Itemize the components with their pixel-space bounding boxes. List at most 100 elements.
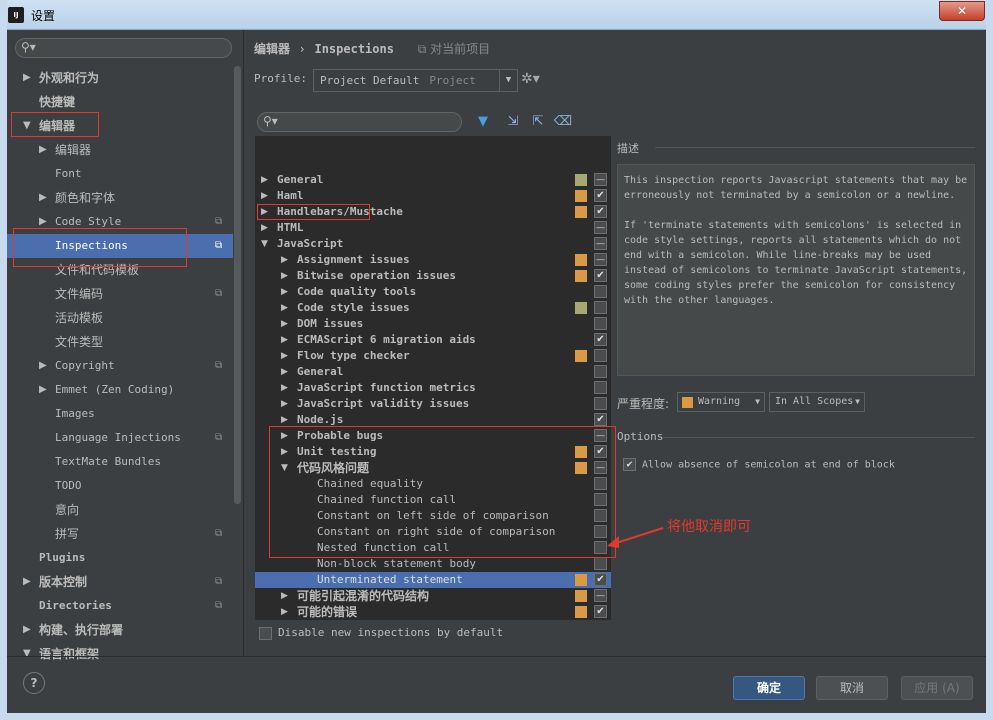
- inspection-checkbox[interactable]: [594, 493, 607, 506]
- inspection-checkbox[interactable]: [594, 317, 607, 330]
- inspection-row[interactable]: ▶ General: [255, 364, 611, 380]
- inspection-checkbox[interactable]: [594, 173, 607, 186]
- ok-button[interactable]: 确定: [733, 676, 805, 700]
- inspection-checkbox[interactable]: [594, 557, 607, 570]
- chevron-right-icon[interactable]: ▶: [39, 138, 47, 162]
- inspection-checkbox[interactable]: [594, 237, 607, 250]
- expand-all-icon[interactable]: ⇲: [503, 112, 523, 132]
- inspection-checkbox[interactable]: [594, 461, 607, 474]
- inspection-row[interactable]: Non-block statement body: [255, 556, 611, 572]
- chevron-right-icon[interactable]: ▶: [281, 364, 288, 380]
- inspection-row[interactable]: ▶ Flow type checker: [255, 348, 611, 364]
- chevron-right-icon[interactable]: ▶: [39, 378, 47, 402]
- inspection-checkbox[interactable]: [594, 301, 607, 314]
- inspection-row[interactable]: ▶ JavaScript function metrics: [255, 380, 611, 396]
- chevron-right-icon[interactable]: ▶: [23, 570, 31, 594]
- inspection-checkbox[interactable]: [594, 221, 607, 234]
- allow-absence-option[interactable]: Allow absence of semicolon at end of blo…: [623, 458, 895, 471]
- chevron-right-icon[interactable]: ▶: [39, 354, 47, 378]
- sidebar-item[interactable]: Plugins: [7, 546, 233, 570]
- chevron-down-icon[interactable]: ▼: [23, 114, 31, 138]
- apply-button[interactable]: 应用 (A): [901, 676, 973, 700]
- inspection-row[interactable]: Chained equality: [255, 476, 611, 492]
- chevron-right-icon[interactable]: ▶: [261, 220, 268, 236]
- inspection-row[interactable]: ▶ Code style issues: [255, 300, 611, 316]
- chevron-right-icon[interactable]: ▶: [281, 588, 288, 604]
- sidebar-item[interactable]: ▶ 颜色和字体: [7, 186, 233, 210]
- inspection-row[interactable]: ▶ Probable bugs: [255, 428, 611, 444]
- sidebar-item[interactable]: Images: [7, 402, 233, 426]
- sidebar-item[interactable]: ▶ 外观和行为: [7, 66, 233, 90]
- sidebar-item[interactable]: 文件编码 ⧉: [7, 282, 233, 306]
- inspection-checkbox[interactable]: [594, 477, 607, 490]
- breadcrumb-parent[interactable]: 编辑器: [254, 42, 290, 56]
- inspection-checkbox[interactable]: [594, 429, 607, 442]
- inspection-row[interactable]: ▶ 可能的错误: [255, 604, 611, 620]
- inspection-row[interactable]: Constant on left side of comparison: [255, 508, 611, 524]
- inspection-checkbox[interactable]: [594, 445, 607, 458]
- chevron-right-icon[interactable]: ▶: [281, 268, 288, 284]
- inspection-checkbox[interactable]: [594, 605, 607, 618]
- inspection-row[interactable]: Unterminated statement: [255, 572, 611, 588]
- sidebar-item[interactable]: 快捷键: [7, 90, 233, 114]
- gear-icon[interactable]: ✲▾: [521, 71, 540, 87]
- sidebar-item[interactable]: ▶ Emmet (Zen Coding): [7, 378, 233, 402]
- inspections-search-input[interactable]: ⚲▾: [257, 112, 462, 132]
- sidebar-item[interactable]: 文件和代码模板: [7, 258, 233, 282]
- chevron-right-icon[interactable]: ▶: [281, 348, 288, 364]
- chevron-down-icon[interactable]: ▼: [261, 236, 268, 252]
- reset-eraser-icon[interactable]: ⌫: [553, 112, 573, 132]
- sidebar-item[interactable]: ▶ Code Style ⧉: [7, 210, 233, 234]
- chevron-right-icon[interactable]: ▶: [261, 188, 268, 204]
- sidebar-item[interactable]: Directories ⧉: [7, 594, 233, 618]
- inspection-checkbox[interactable]: [594, 189, 607, 202]
- inspection-row[interactable]: ▶ DOM issues: [255, 316, 611, 332]
- inspection-checkbox[interactable]: [594, 397, 607, 410]
- inspection-checkbox[interactable]: [594, 413, 607, 426]
- inspection-checkbox[interactable]: [594, 269, 607, 282]
- chevron-down-icon[interactable]: ▼: [23, 642, 31, 666]
- inspection-checkbox[interactable]: [594, 509, 607, 522]
- chevron-right-icon[interactable]: ▶: [281, 428, 288, 444]
- profile-select[interactable]: Project Default Project ▼: [313, 69, 518, 92]
- sidebar-item[interactable]: 文件类型: [7, 330, 233, 354]
- sidebar-item[interactable]: ▶ 版本控制 ⧉: [7, 570, 233, 594]
- inspection-row[interactable]: ▶ General: [255, 172, 611, 188]
- chevron-right-icon[interactable]: ▶: [261, 172, 268, 188]
- sidebar-item[interactable]: ▶ 编辑器: [7, 138, 233, 162]
- collapse-all-icon[interactable]: ⇱: [528, 112, 548, 132]
- inspection-row[interactable]: ▼ 代码风格问题: [255, 460, 611, 476]
- sidebar-item[interactable]: ▶ Copyright ⧉: [7, 354, 233, 378]
- chevron-right-icon[interactable]: ▶: [281, 604, 288, 620]
- sidebar-item[interactable]: TextMate Bundles: [7, 450, 233, 474]
- inspection-row[interactable]: ▶ ECMAScript 6 migration aids: [255, 332, 611, 348]
- sidebar-item[interactable]: ▼ 编辑器: [7, 114, 233, 138]
- sidebar-item[interactable]: 活动模板: [7, 306, 233, 330]
- chevron-right-icon[interactable]: ▶: [281, 412, 288, 428]
- sidebar-scrollbar[interactable]: [234, 66, 241, 504]
- inspection-checkbox[interactable]: [594, 381, 607, 394]
- sidebar-item[interactable]: Font: [7, 162, 233, 186]
- sidebar-item[interactable]: ▶ 构建、执行部署: [7, 618, 233, 642]
- inspection-checkbox[interactable]: [594, 333, 607, 346]
- filter-icon[interactable]: ▼: [473, 112, 493, 132]
- chevron-right-icon[interactable]: ▶: [39, 186, 47, 210]
- chevron-right-icon[interactable]: ▶: [23, 618, 31, 642]
- allow-absence-checkbox[interactable]: [623, 458, 636, 471]
- severity-select[interactable]: Warning ▼: [677, 392, 765, 412]
- chevron-right-icon[interactable]: ▶: [281, 380, 288, 396]
- sidebar-item[interactable]: Inspections ⧉: [7, 234, 233, 258]
- chevron-right-icon[interactable]: ▶: [39, 210, 47, 234]
- inspection-row[interactable]: ▶ HTML: [255, 220, 611, 236]
- close-button[interactable]: ✕: [939, 1, 985, 21]
- chevron-right-icon[interactable]: ▶: [281, 444, 288, 460]
- cancel-button[interactable]: 取消: [816, 676, 888, 700]
- inspection-row[interactable]: ▶ Handlebars/Mustache: [255, 204, 611, 220]
- scope-select[interactable]: In All Scopes ▼: [769, 392, 865, 412]
- inspection-row[interactable]: Nested function call: [255, 540, 611, 556]
- inspection-checkbox[interactable]: [594, 589, 607, 602]
- inspection-row[interactable]: Chained function call: [255, 492, 611, 508]
- inspection-row[interactable]: ▶ Bitwise operation issues: [255, 268, 611, 284]
- disable-new-checkbox[interactable]: [259, 626, 272, 640]
- inspection-row[interactable]: ▶ 可能引起混淆的代码结构: [255, 588, 611, 604]
